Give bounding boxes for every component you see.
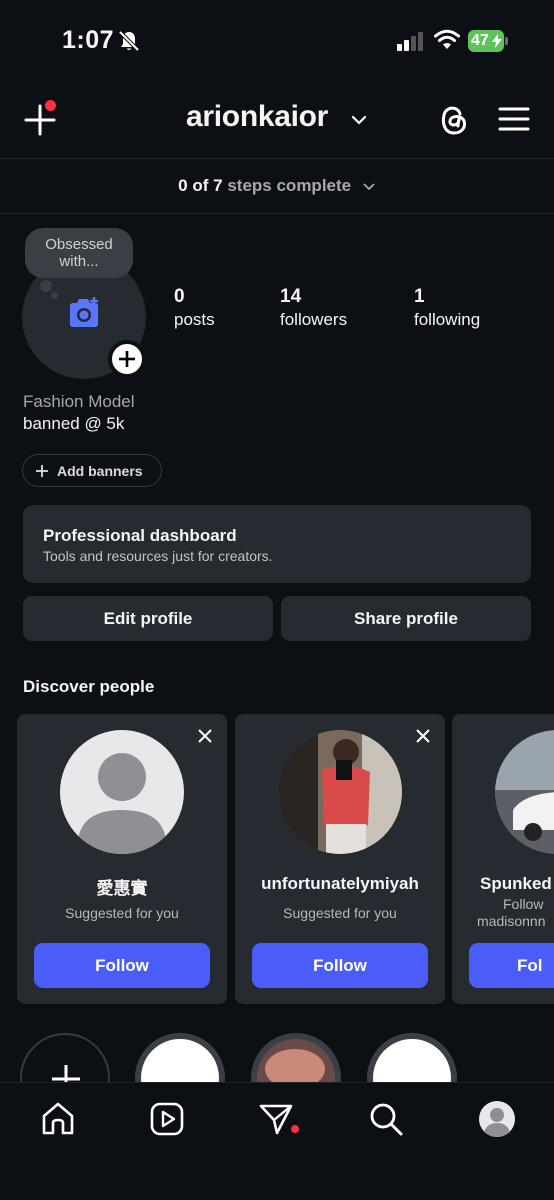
wifi-icon — [434, 29, 460, 49]
note-tail-dot — [51, 292, 58, 299]
threads-icon[interactable] — [436, 100, 470, 138]
suggested-user-card[interactable]: 愛惠實 Suggested for you Follow — [17, 714, 227, 1004]
profile-avatar-icon[interactable] — [478, 1100, 516, 1138]
share-profile-button[interactable]: Share profile — [281, 596, 531, 641]
suggested-user-card[interactable]: unfortunatelymiyah Suggested for you Fol… — [235, 714, 445, 1004]
profile-header: arionkaior — [0, 92, 554, 152]
profile-category: Fashion Model — [23, 392, 135, 411]
mutual-followers: madisonnn — [477, 913, 546, 929]
suggested-username[interactable]: unfortunatelymiyah — [235, 874, 445, 894]
pro-dashboard-subtitle: Tools and resources just for creators. — [43, 548, 273, 564]
battery-indicator: 47 — [468, 30, 508, 52]
steps-progress[interactable]: 0 of 7 steps complete — [0, 176, 554, 196]
plus-icon — [119, 351, 135, 367]
steps-done: 0 — [178, 176, 188, 195]
steps-of: of — [192, 176, 209, 195]
suggestion-reason: Follow — [503, 896, 544, 912]
stat-label: following — [414, 310, 481, 329]
status-time: 1:07 — [62, 26, 115, 54]
plus-icon — [36, 465, 48, 477]
close-icon[interactable] — [415, 728, 431, 744]
discover-people-title: Discover people — [23, 677, 155, 696]
note-tail-dot — [40, 280, 52, 292]
reels-icon[interactable] — [149, 1101, 185, 1137]
add-story-button[interactable] — [108, 340, 146, 378]
following-count[interactable]: 1 following — [414, 286, 480, 330]
suggested-username[interactable]: Spunked — [480, 874, 552, 894]
stat-value: 1 — [414, 286, 425, 307]
home-icon[interactable] — [40, 1101, 76, 1137]
cellular-signal-icon — [397, 32, 423, 51]
follow-button[interactable]: Follow — [252, 943, 428, 988]
user-photo[interactable] — [495, 730, 554, 854]
bottom-navigation — [0, 1082, 554, 1200]
chevron-down-icon — [363, 182, 375, 190]
follow-button[interactable]: Follow — [34, 943, 210, 988]
bell-slash-icon — [118, 30, 140, 52]
suggestion-reason: Suggested for you — [283, 905, 397, 921]
add-banners-label: Add banners — [57, 463, 143, 479]
messages-notification-dot — [291, 1125, 299, 1133]
steps-total: 7 — [213, 176, 223, 195]
add-banners-button[interactable]: Add banners — [22, 454, 162, 487]
search-icon[interactable] — [368, 1101, 404, 1137]
professional-dashboard-card[interactable]: Professional dashboard Tools and resourc… — [23, 505, 531, 583]
note-bubble[interactable]: Obsessed with... — [25, 228, 133, 278]
close-icon[interactable] — [197, 728, 213, 744]
user-photo[interactable] — [278, 730, 402, 854]
stat-value: 14 — [280, 286, 302, 307]
header-divider — [0, 158, 554, 159]
suggestion-reason: Suggested for you — [65, 905, 179, 921]
suggested-user-card[interactable]: Spunked Follow madisonnn Fol — [452, 714, 554, 1004]
pro-dashboard-title: Professional dashboard — [43, 526, 237, 545]
suggested-username[interactable]: 愛惠實 — [17, 874, 227, 899]
battery-level: 47 — [471, 32, 489, 49]
edit-profile-button[interactable]: Edit profile — [23, 596, 273, 641]
hamburger-menu-icon[interactable] — [498, 104, 530, 134]
direct-messages-icon[interactable] — [258, 1101, 294, 1137]
add-photo-camera-icon[interactable] — [66, 296, 102, 330]
stat-value: 0 — [174, 286, 185, 307]
follow-button[interactable]: Fol — [469, 943, 554, 988]
steps-label: steps complete — [227, 176, 352, 195]
stat-label: followers — [280, 310, 348, 329]
status-bar: 1:07 47 — [0, 0, 554, 80]
notification-dot — [45, 100, 56, 111]
posts-count[interactable]: 0 posts — [174, 286, 215, 330]
charging-bolt-icon — [492, 34, 502, 48]
username-switcher[interactable]: arionkaior — [186, 100, 328, 134]
profile-bio: banned @ 5k — [23, 414, 125, 433]
chevron-down-icon[interactable] — [350, 114, 368, 126]
steps-divider — [0, 213, 554, 214]
followers-count[interactable]: 14 followers — [280, 286, 347, 330]
note-text: Obsessed with... — [45, 236, 113, 270]
stat-label: posts — [174, 310, 215, 329]
default-avatar-icon[interactable] — [60, 730, 184, 854]
